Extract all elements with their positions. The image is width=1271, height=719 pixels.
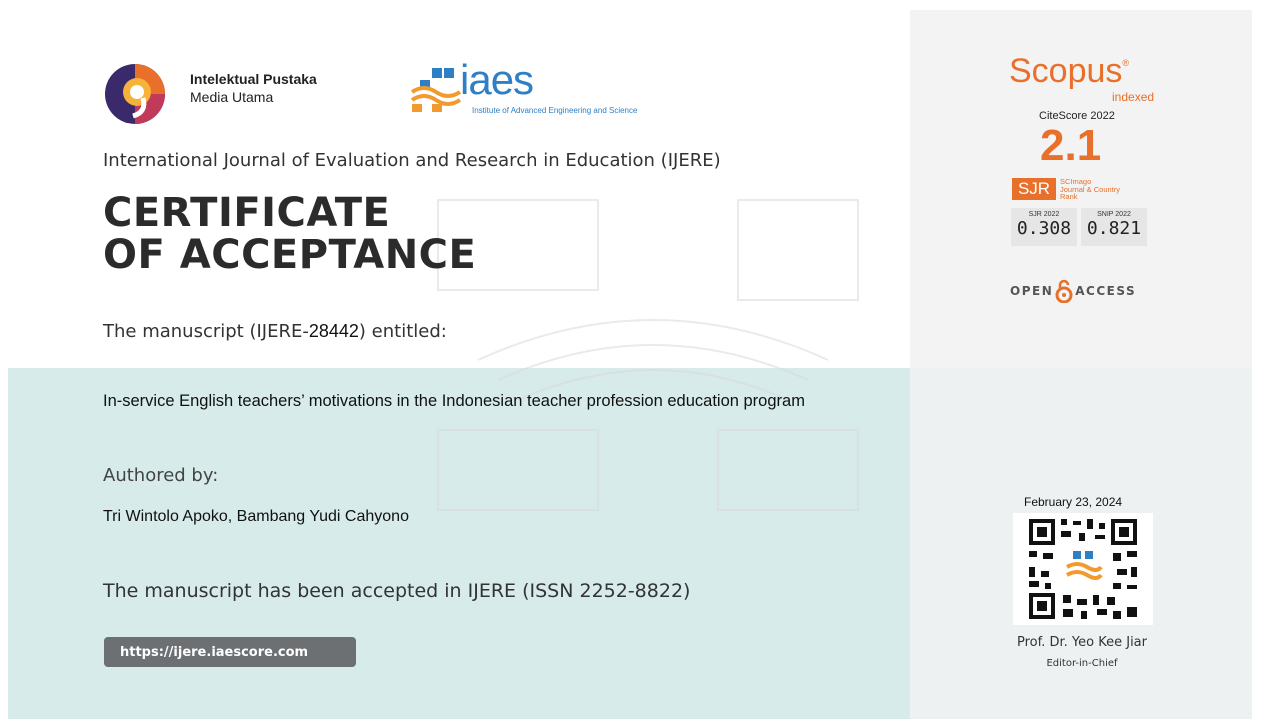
- publisher-name: Intelektual Pustaka Media Utama: [190, 70, 317, 106]
- iaes-wordmark: iaes: [460, 56, 534, 103]
- watermark-graphic: [437, 199, 859, 511]
- open-lock-icon: [1055, 279, 1073, 303]
- sjr-metric: SJR 2022 0.308: [1011, 208, 1077, 246]
- sjr-description: SCImago Journal & Country Rank: [1060, 178, 1160, 201]
- snip-metric: SNIP 2022 0.821: [1081, 208, 1147, 246]
- open-access-right: ACCESS: [1075, 284, 1137, 298]
- editor-name: Prof. Dr. Yeo Kee Jiar: [1016, 635, 1147, 650]
- scopus-indexed: indexed: [1112, 90, 1155, 104]
- sjr-badge: SJR: [1012, 178, 1056, 200]
- manuscript-suffix: ) entitled:: [358, 321, 447, 342]
- sjr-desc-line3: Rank: [1060, 192, 1078, 201]
- citescore-value: 2.1: [1040, 121, 1102, 170]
- manuscript-id: 28442: [308, 321, 359, 341]
- publisher-name-line2: Media Utama: [190, 89, 274, 105]
- journal-name: International Journal of Evaluation and …: [103, 150, 721, 171]
- manuscript-prefix: The manuscript (IJERE-: [103, 321, 309, 342]
- open-access-logo: OPEN ACCESS: [1010, 279, 1136, 303]
- authors: Tri Wintolo Apoko, Bambang Yudi Cahyono: [103, 508, 409, 525]
- snip-metric-label: SNIP 2022: [1097, 211, 1131, 218]
- certificate-card: Intelektual Pustaka Media Utama iaes Ins…: [8, 10, 1252, 719]
- intelektual-pustaka-logo: [105, 64, 165, 124]
- publisher-name-line1: Intelektual Pustaka: [190, 71, 317, 87]
- qr-code-graphic: [1013, 513, 1153, 625]
- editor-role: Editor-in-Chief: [1046, 658, 1118, 669]
- open-access-left: OPEN: [1010, 284, 1054, 298]
- sjr-metric-label: SJR 2022: [1028, 211, 1060, 218]
- acceptance-date: February 23, 2024: [1024, 495, 1123, 509]
- scopus-word: Scopus: [1009, 52, 1123, 90]
- title-line1: CERTIFICATE: [103, 190, 391, 236]
- scopus-logo: Scopus®: [1009, 52, 1129, 91]
- paper-title: In-service English teachers’ motivations…: [103, 392, 805, 410]
- registered-mark: ®: [1122, 58, 1130, 68]
- authored-label: Authored by:: [103, 465, 219, 486]
- manuscript-line: The manuscript (IJERE-28442) entitled:: [103, 321, 447, 342]
- iaes-logo-icon: [410, 68, 462, 112]
- certificate-title: CERTIFICATE OF ACCEPTANCE: [103, 192, 476, 276]
- snip-metric-value: 0.821: [1086, 218, 1142, 239]
- journal-url-link[interactable]: https://ijere.iaescore.com: [104, 637, 356, 667]
- title-line2: OF ACCEPTANCE: [103, 232, 477, 278]
- qr-code: [1013, 513, 1153, 625]
- sjr-metric-value: 0.308: [1016, 218, 1072, 239]
- acceptance-statement: The manuscript has been accepted in IJER…: [103, 580, 691, 602]
- iaes-full-name: Institute of Advanced Engineering and Sc…: [472, 106, 638, 115]
